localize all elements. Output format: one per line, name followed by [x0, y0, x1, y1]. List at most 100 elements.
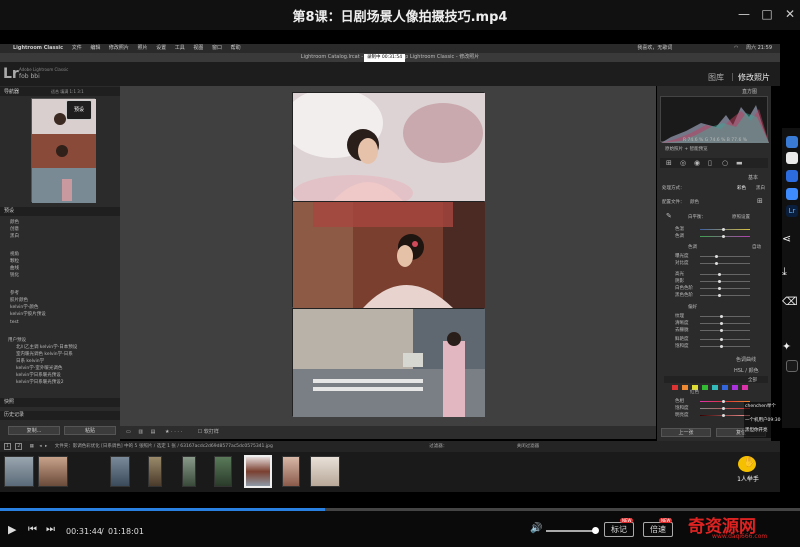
- wb-eyedropper-icon[interactable]: ✎: [666, 212, 672, 220]
- filmstrip-thumb[interactable]: [182, 456, 196, 487]
- wb-value[interactable]: 原照设置: [732, 214, 750, 220]
- temp-knob[interactable]: [722, 228, 725, 231]
- menu-develop[interactable]: 修改照片: [109, 45, 129, 51]
- user-preset[interactable]: 日系 kelvin学: [16, 358, 44, 364]
- blacks-slider[interactable]: [700, 295, 750, 296]
- bookmark-button[interactable]: 标记: [604, 522, 634, 537]
- redeye-icon[interactable]: ◉: [694, 159, 700, 167]
- vibrance-slider[interactable]: [700, 339, 750, 340]
- share-icon[interactable]: ⋖: [782, 232, 791, 245]
- preset-group[interactable]: 曲线: [10, 265, 19, 271]
- grid-view-icon[interactable]: ▦: [30, 444, 34, 449]
- sat-knob[interactable]: [722, 407, 725, 410]
- soft-proof-checkbox[interactable]: ☐: [198, 429, 202, 435]
- back-icon[interactable]: ◂: [39, 444, 41, 449]
- saturation-slider[interactable]: [700, 346, 750, 347]
- finder-icon[interactable]: [786, 136, 798, 148]
- whites-knob[interactable]: [718, 287, 721, 290]
- preset-group[interactable]: 颗粒: [10, 258, 19, 264]
- filmstrip-page-2[interactable]: 2: [15, 443, 23, 450]
- contrast-knob[interactable]: [715, 262, 718, 265]
- basic-header[interactable]: 基本: [748, 174, 758, 181]
- preset-group[interactable]: 颜色: [10, 219, 19, 225]
- hsl-tab-all[interactable]: 全部: [748, 377, 757, 383]
- clarity-knob[interactable]: [720, 322, 723, 325]
- appstore-icon[interactable]: [786, 188, 798, 200]
- hue-knob[interactable]: [722, 400, 725, 403]
- rating-stars[interactable]: ★ · · · ·: [165, 429, 182, 435]
- trash-icon[interactable]: ⌫: [782, 295, 798, 308]
- preset-group[interactable]: 锐化: [10, 272, 19, 278]
- play-icon[interactable]: ▶: [8, 523, 16, 536]
- temp-slider[interactable]: [700, 229, 750, 230]
- preset-group[interactable]: 视角: [10, 251, 19, 257]
- user-preset[interactable]: 北川乙主调 kelvin学-日本预设: [16, 344, 77, 350]
- yy-compare-icon[interactable]: ▤: [151, 429, 156, 435]
- volume-icon[interactable]: 🔊: [530, 523, 542, 534]
- loupe-view-icon[interactable]: ▭: [126, 429, 131, 435]
- close-icon[interactable]: ✕: [783, 7, 797, 21]
- dehaze-knob[interactable]: [720, 329, 723, 332]
- filmstrip-source[interactable]: 文件夹：影调色彩优化 [日系调色] 中的 5 张照片 / 选定 1 张 / 63…: [55, 444, 273, 449]
- profile-browser-icon[interactable]: ⊞: [757, 197, 763, 205]
- snapshots-header[interactable]: 快照: [0, 398, 120, 407]
- filmstrip-thumb[interactable]: [4, 456, 34, 487]
- speed-button[interactable]: 倍速: [643, 522, 673, 537]
- preset-group[interactable]: 参考: [10, 290, 19, 296]
- blacks-knob[interactable]: [718, 294, 721, 297]
- saturation-knob[interactable]: [720, 345, 723, 348]
- history-header[interactable]: 历史记录: [0, 411, 120, 420]
- whites-slider[interactable]: [700, 288, 750, 289]
- treatment-bw[interactable]: 黑白: [756, 185, 765, 191]
- minimize-icon[interactable]: —: [737, 7, 751, 21]
- filmstrip-thumb[interactable]: [38, 456, 68, 487]
- contrast-slider[interactable]: [700, 263, 750, 264]
- preset-group[interactable]: 创意: [10, 226, 19, 232]
- preset-group[interactable]: 黑白: [10, 233, 19, 239]
- filmstrip-thumb[interactable]: [214, 456, 232, 487]
- tone-curve-header[interactable]: 色调曲线: [736, 356, 756, 363]
- now-playing[interactable]: 我喜欢，无歌词: [637, 45, 672, 51]
- highlights-knob[interactable]: [718, 273, 721, 276]
- download-icon[interactable]: ⤓: [782, 265, 787, 279]
- pin-icon[interactable]: ✦: [782, 340, 791, 353]
- user-preset[interactable]: kelvin学-室外暖光调色: [16, 365, 62, 371]
- preset-group[interactable]: test: [10, 320, 19, 325]
- navigator-header[interactable]: 导航器 适合 填满 1:1 3:1: [0, 87, 120, 96]
- filter-value[interactable]: 关闭过滤器: [517, 444, 540, 449]
- preset-group[interactable]: kelvin学胶片预设: [10, 311, 46, 317]
- dehaze-slider[interactable]: [700, 330, 750, 331]
- exposure-knob[interactable]: [715, 255, 718, 258]
- module-develop[interactable]: 修改照片: [738, 72, 770, 83]
- highlights-slider[interactable]: [700, 274, 750, 275]
- app-icon[interactable]: [786, 360, 798, 372]
- presets-header[interactable]: 预设: [0, 207, 120, 216]
- menu-photo[interactable]: 照片: [138, 45, 148, 51]
- shadows-knob[interactable]: [718, 280, 721, 283]
- exposure-slider[interactable]: [700, 256, 750, 257]
- copy-button[interactable]: 复制...: [8, 426, 60, 435]
- filmstrip-thumb[interactable]: [282, 456, 300, 487]
- maximize-icon[interactable]: □: [760, 7, 774, 21]
- shadows-slider[interactable]: [700, 281, 750, 282]
- profile-value[interactable]: 颜色: [690, 199, 699, 205]
- treatment-color[interactable]: 彩色: [737, 185, 746, 191]
- menu-tools[interactable]: 工具: [175, 45, 185, 51]
- menu-settings[interactable]: 设置: [156, 45, 166, 51]
- menu-view[interactable]: 视图: [193, 45, 203, 51]
- wifi-icon[interactable]: ◠: [734, 45, 738, 51]
- previous-icon[interactable]: ⏮: [28, 524, 37, 535]
- menu-window[interactable]: 窗口: [212, 45, 222, 51]
- crop-icon[interactable]: ⊞: [666, 159, 672, 167]
- filmstrip-thumb[interactable]: [310, 456, 340, 487]
- auto-button[interactable]: 自动: [752, 244, 761, 250]
- tint-knob[interactable]: [722, 235, 725, 238]
- lightroom-icon[interactable]: Lr: [786, 205, 798, 217]
- menu-help[interactable]: 帮助: [231, 45, 241, 51]
- user-presets-header[interactable]: 用户预设: [8, 337, 26, 343]
- filmstrip-page-1[interactable]: 1: [4, 443, 11, 450]
- menu-file[interactable]: 文件: [72, 45, 82, 51]
- preset-group[interactable]: 胶片颜色: [10, 297, 28, 303]
- paste-button[interactable]: 粘贴: [64, 426, 116, 435]
- safari-icon[interactable]: [786, 170, 798, 182]
